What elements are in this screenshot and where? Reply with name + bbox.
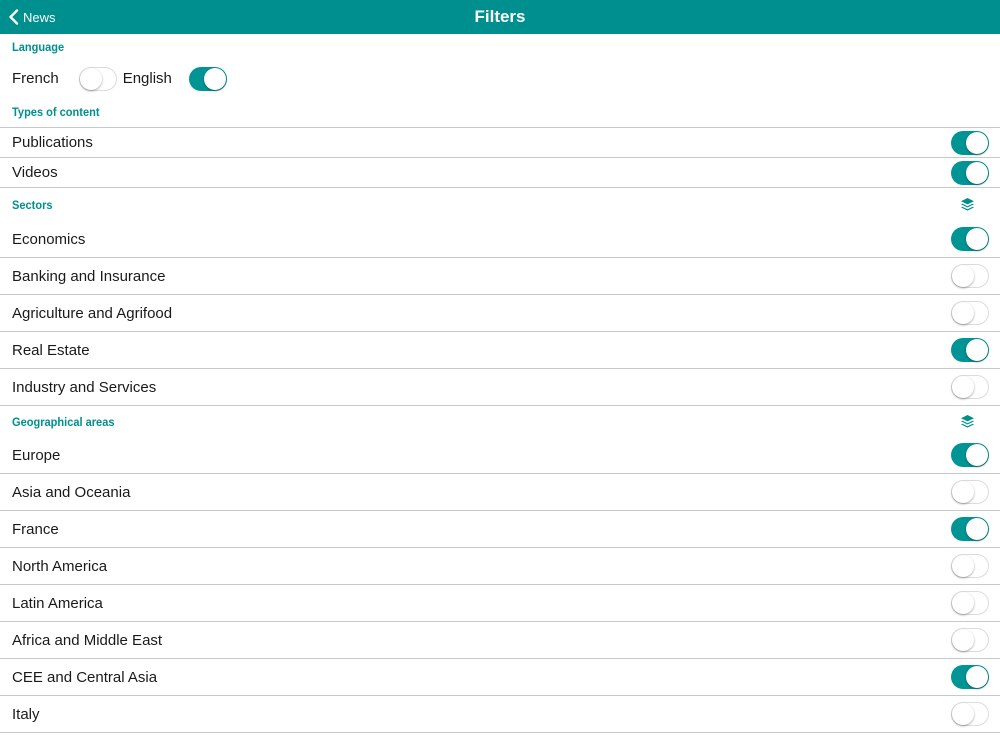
section-title-language: Language	[12, 40, 65, 54]
list-item-label: CEE and Central Asia	[12, 668, 158, 686]
list-item-italy: Italy	[0, 696, 1000, 733]
list-item-label: France	[12, 520, 59, 538]
section-header-content-types: Types of content	[0, 97, 1000, 127]
toggle-knob	[966, 161, 988, 184]
list-item-label: Latin America	[12, 594, 103, 612]
list-item-label: Banking and Insurance	[12, 267, 166, 285]
layers-icon[interactable]	[960, 414, 975, 429]
toggle-knob	[952, 302, 974, 324]
toggle-knob	[966, 228, 988, 250]
list-item-label: Economics	[12, 230, 86, 248]
italy-toggle[interactable]	[951, 702, 989, 726]
economics-toggle[interactable]	[951, 227, 989, 251]
toggle-knob	[952, 265, 974, 287]
list-item-label: Asia and Oceania	[12, 483, 131, 501]
africa-middle-east-toggle[interactable]	[951, 628, 989, 652]
section-header-sectors: Sectors	[0, 188, 1000, 221]
list-item-africa-middle-east: Africa and Middle East	[0, 622, 1000, 659]
banking-insurance-toggle[interactable]	[951, 264, 989, 288]
layers-icon[interactable]	[960, 197, 975, 212]
back-button[interactable]: News	[8, 0, 56, 34]
toggle-knob	[966, 131, 988, 154]
list-item-asia-oceania: Asia and Oceania	[0, 474, 1000, 511]
list-item-north-america: North America	[0, 548, 1000, 585]
list-item-banking-insurance: Banking and Insurance	[0, 258, 1000, 295]
toggle-knob	[952, 703, 974, 725]
toggle-knob	[966, 666, 988, 688]
section-title-sectors: Sectors	[12, 197, 53, 212]
language-label-english: English	[122, 70, 172, 87]
toggle-knob	[79, 67, 102, 90]
agriculture-agrifood-toggle[interactable]	[951, 301, 989, 325]
toggle-knob	[952, 481, 974, 503]
english-toggle[interactable]	[188, 66, 227, 91]
list-item-publications: Publications	[0, 128, 1000, 158]
north-america-toggle[interactable]	[951, 554, 989, 578]
language-row: French English	[0, 60, 1000, 97]
toggle-knob	[966, 518, 988, 540]
list-item-agriculture-agrifood: Agriculture and Agrifood	[0, 295, 1000, 332]
back-label: News	[23, 10, 56, 25]
chevron-left-icon	[9, 9, 19, 25]
list-item-label: Agriculture and Agrifood	[12, 304, 173, 322]
toggle-knob	[966, 339, 988, 361]
list-item-industry-services: Industry and Services	[0, 369, 1000, 406]
list-item-economics: Economics	[0, 221, 1000, 258]
cee-central-asia-toggle[interactable]	[951, 665, 989, 689]
list-item-real-estate: Real Estate	[0, 332, 1000, 369]
industry-services-toggle[interactable]	[951, 375, 989, 399]
list-item-cee-central-asia: CEE and Central Asia	[0, 659, 1000, 696]
france-toggle[interactable]	[951, 517, 989, 541]
list-item-label: Videos	[12, 164, 58, 181]
toggle-knob	[203, 67, 226, 90]
toggle-knob	[952, 629, 974, 651]
navbar: News Filters	[0, 0, 1000, 34]
section-title-geo: Geographical areas	[12, 414, 115, 429]
videos-toggle[interactable]	[951, 160, 989, 185]
toggle-knob	[966, 444, 988, 466]
list-item-label: Europe	[12, 446, 61, 464]
list-item-videos: Videos	[0, 158, 1000, 188]
toggle-knob	[952, 555, 974, 577]
toggle-knob	[952, 376, 974, 398]
french-toggle[interactable]	[78, 66, 117, 91]
list-item-label: Industry and Services	[12, 378, 157, 396]
list-item-label: Real Estate	[12, 341, 90, 359]
content-types-list: Publications Videos	[0, 127, 1000, 188]
page-title: Filters	[474, 7, 526, 26]
publications-toggle[interactable]	[951, 130, 989, 155]
real-estate-toggle[interactable]	[951, 338, 989, 362]
list-item-label: Africa and Middle East	[12, 631, 163, 649]
section-header-geo: Geographical areas	[0, 406, 1000, 437]
section-header-language: Language	[0, 34, 1000, 60]
toggle-knob	[952, 592, 974, 614]
list-item-france: France	[0, 511, 1000, 548]
list-item-label: Publications	[12, 134, 93, 151]
sectors-list: Economics Banking and Insurance Agricult…	[0, 221, 1000, 406]
list-item-label: Italy	[12, 705, 40, 723]
language-label-french: French	[12, 70, 59, 87]
latin-america-toggle[interactable]	[951, 591, 989, 615]
list-item-europe: Europe	[0, 437, 1000, 474]
list-item-label: North America	[12, 557, 108, 575]
geo-list: Europe Asia and Oceania France North Ame…	[0, 437, 1000, 733]
section-title-content-types: Types of content	[12, 105, 100, 119]
list-item-latin-america: Latin America	[0, 585, 1000, 622]
europe-toggle[interactable]	[951, 443, 989, 467]
asia-oceania-toggle[interactable]	[951, 480, 989, 504]
